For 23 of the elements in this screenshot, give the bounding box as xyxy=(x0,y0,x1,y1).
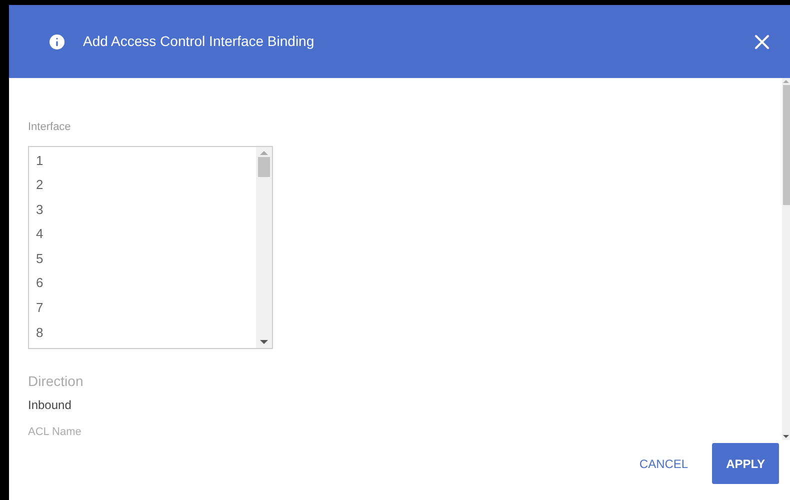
field-label: ACL Name xyxy=(28,426,82,438)
list-option[interactable]: 4 xyxy=(36,222,44,247)
dialog-title: Add Access Control Interface Binding xyxy=(83,32,314,51)
scroll-down-icon[interactable] xyxy=(783,435,789,438)
apply-button[interactable]: APPLY xyxy=(712,443,779,484)
list-option[interactable]: 8 xyxy=(36,320,44,346)
cancel-button[interactable]: CANCEL xyxy=(639,454,688,472)
interface-listbox[interactable]: 1 2 3 4 5 6 7 8 xyxy=(28,146,273,348)
scrollbar[interactable] xyxy=(782,78,790,440)
list-option[interactable]: 5 xyxy=(36,246,44,272)
scrollbar[interactable] xyxy=(256,146,272,348)
scroll-thumb[interactable] xyxy=(782,85,790,205)
scroll-down-icon[interactable] xyxy=(260,340,268,344)
scroll-thumb[interactable] xyxy=(258,156,270,176)
list-option[interactable]: 6 xyxy=(36,271,44,296)
list-option[interactable]: 2 xyxy=(36,173,44,198)
direction-value: Inbound xyxy=(28,396,72,414)
info-icon xyxy=(47,32,67,52)
list-option[interactable]: 1 xyxy=(36,148,44,174)
list-option[interactable]: 7 xyxy=(36,296,44,321)
field-label: Direction xyxy=(28,372,84,390)
list-option[interactable]: 3 xyxy=(36,198,44,222)
field-label: Interface xyxy=(28,120,71,135)
